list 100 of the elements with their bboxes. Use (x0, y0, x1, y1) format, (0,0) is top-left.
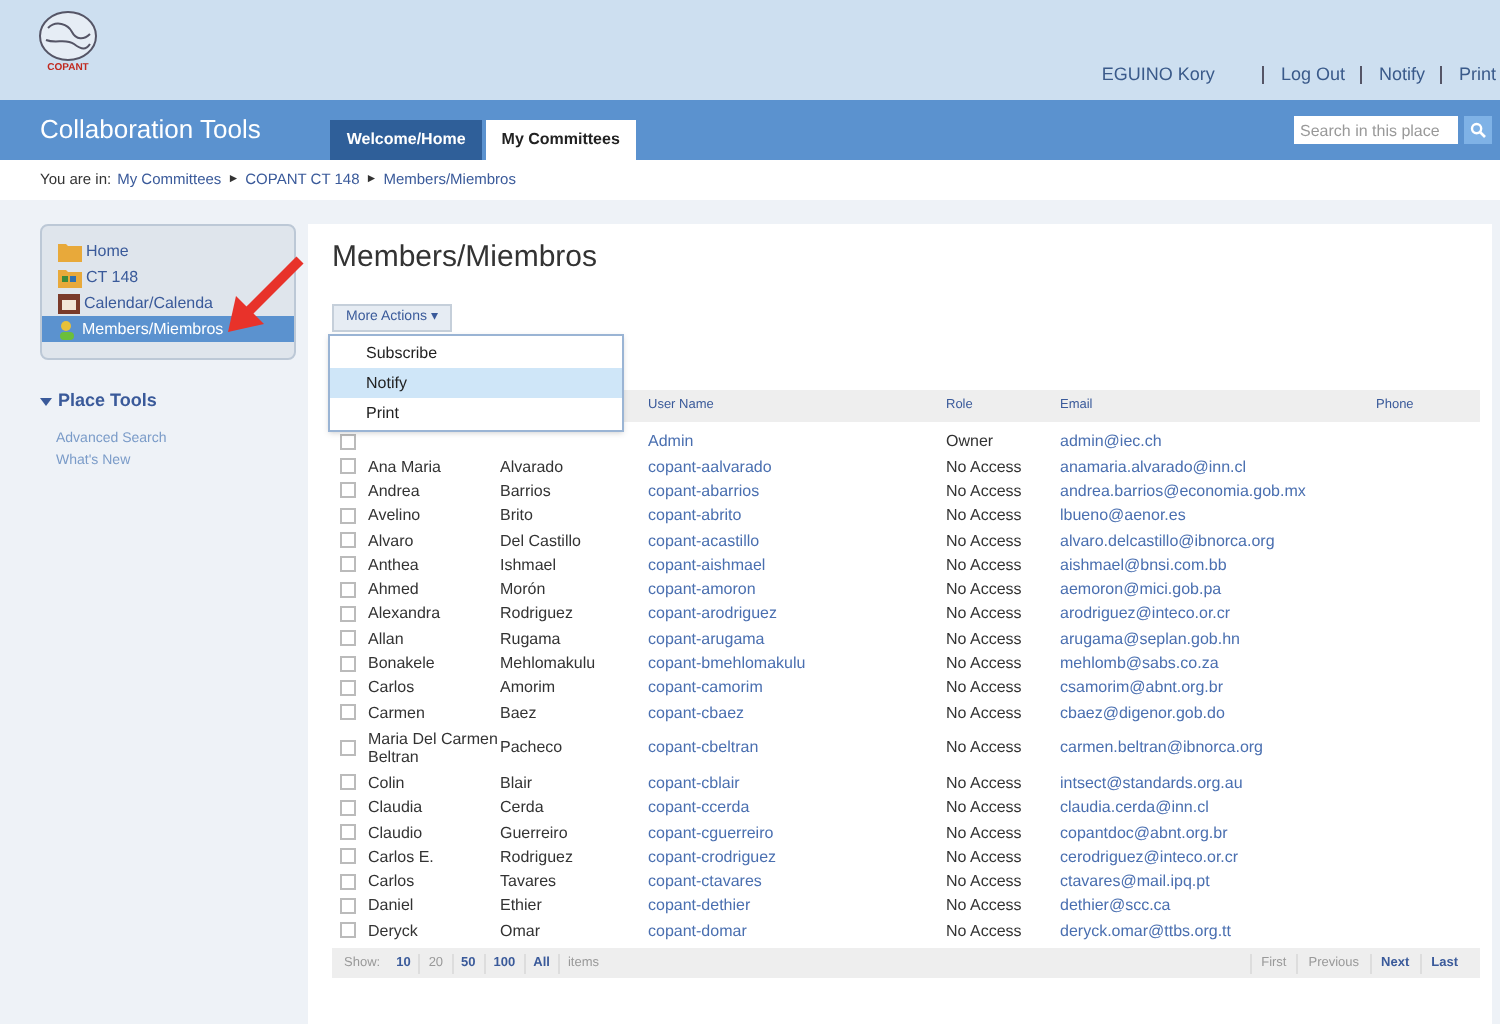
row-checkbox[interactable] (340, 824, 356, 841)
email-link[interactable]: anamaria.alvarado@inn.cl (1060, 457, 1247, 476)
table-cell: No Access (946, 654, 1022, 673)
table-cell: Rodriguez (500, 847, 573, 866)
table-cell: Baez (500, 703, 537, 722)
app-title: Collaboration Tools (40, 112, 261, 149)
user-link[interactable]: copant-abarrios (648, 481, 760, 500)
email-link[interactable]: lbueno@aenor.es (1060, 506, 1186, 525)
row-checkbox[interactable] (340, 507, 356, 524)
search-button[interactable] (1464, 116, 1492, 144)
email-link[interactable]: aemoron@mici.gob.pa (1060, 580, 1222, 599)
email-link[interactable]: ctavares@mail.ipq.pt (1060, 872, 1210, 891)
row-checkbox[interactable] (340, 655, 356, 672)
row-checkbox[interactable] (340, 458, 356, 475)
table-cell: No Access (946, 580, 1022, 599)
email-link[interactable]: aishmael@bnsi.com.bb (1060, 555, 1227, 574)
sidebar-item[interactable]: Home (42, 238, 294, 264)
table-cell: Carlos (368, 872, 415, 891)
user-link[interactable]: copant-ccerda (648, 798, 750, 817)
sidebar-item[interactable]: CT 148 (42, 264, 294, 290)
email-link[interactable]: carmen.beltran@ibnorca.org (1060, 738, 1264, 757)
user-link[interactable]: copant-cguerreiro (648, 823, 774, 842)
menu-item[interactable]: Notify (330, 368, 622, 398)
sidebar-item[interactable]: Members/Miembros (42, 316, 294, 342)
user-link[interactable]: copant-bmehlomakulu (648, 654, 806, 673)
table-cell: Ishmael (500, 555, 557, 574)
row-checkbox[interactable] (340, 739, 356, 756)
row-checkbox[interactable] (340, 482, 356, 499)
user-link[interactable]: copant-cblair (648, 773, 740, 792)
table-cell: Brito (500, 506, 533, 525)
email-link[interactable]: dethier@scc.ca (1060, 896, 1171, 915)
menu-item[interactable]: Subscribe (330, 338, 622, 368)
email-link[interactable]: andrea.barrios@economia.gob.mx (1060, 481, 1306, 500)
folder-icon (58, 241, 82, 261)
sidebar-item[interactable]: Calendar/Calenda (42, 290, 294, 316)
table-cell: Allan (368, 629, 404, 648)
nav-tab[interactable]: My Committees (485, 120, 636, 160)
row-checkbox[interactable] (340, 799, 356, 816)
row-checkbox[interactable] (340, 605, 356, 622)
user-link[interactable]: Admin (648, 432, 694, 451)
row-checkbox[interactable] (340, 679, 356, 696)
row-checkbox[interactable] (340, 532, 356, 549)
row-checkbox[interactable] (340, 873, 356, 890)
header-link[interactable]: Print (1440, 65, 1496, 84)
user-link[interactable]: copant-aishmael (648, 555, 766, 574)
table-cell: No Access (946, 738, 1022, 757)
table-cell: Guerreiro (500, 823, 568, 842)
email-link[interactable]: claudia.cerda@inn.cl (1060, 798, 1209, 817)
email-link[interactable]: cerodriguez@inteco.or.cr (1060, 847, 1239, 866)
email-link[interactable]: deryck.omar@ttbs.org.tt (1060, 921, 1231, 940)
user-link[interactable]: copant-abrito (648, 506, 742, 525)
user-link[interactable]: copant-acastillo (648, 531, 760, 550)
email-link[interactable]: alvaro.delcastillo@ibnorca.org (1060, 531, 1275, 550)
search-field[interactable]: Search in this place (1294, 116, 1458, 144)
user-link[interactable]: copant-arodriguez (648, 604, 777, 623)
table-cell: Carlos (368, 678, 415, 697)
menu-item[interactable]: Print (330, 398, 622, 428)
user-link[interactable]: copant-amoron (648, 580, 756, 599)
row-checkbox[interactable] (340, 630, 356, 647)
user-link[interactable]: copant-aalvarado (648, 457, 772, 476)
user-link[interactable]: copant-cbeltran (648, 738, 759, 757)
email-link[interactable]: arodriguez@inteco.or.cr (1060, 604, 1231, 623)
table-cell: Claudio (368, 823, 423, 842)
header-link[interactable]: Log Out (1262, 65, 1345, 84)
table-cell: No Access (946, 847, 1022, 866)
table-cell: No Access (946, 481, 1022, 500)
user-link[interactable]: copant-domar (648, 921, 747, 940)
email-link[interactable]: copantdoc@abnt.org.br (1060, 823, 1228, 842)
row-checkbox[interactable] (340, 581, 356, 598)
email-link[interactable]: intsect@standards.org.au (1060, 773, 1243, 792)
user-link[interactable]: copant-crodriguez (648, 847, 777, 866)
row-checkbox[interactable] (340, 848, 356, 865)
table-cell: Rugama (500, 629, 561, 648)
email-link[interactable]: mehlomb@sabs.co.za (1060, 654, 1219, 673)
user-link[interactable]: copant-dethier (648, 896, 751, 915)
expand-caret-icon[interactable] (40, 395, 52, 408)
email-link[interactable]: cbaez@digenor.gob.do (1060, 703, 1225, 722)
user-link[interactable]: copant-ctavares (648, 872, 762, 891)
table-cell: Del Castillo (500, 531, 581, 550)
pointer-arrow (224, 256, 308, 336)
row-checkbox[interactable] (340, 897, 356, 914)
row-checkbox[interactable] (340, 774, 356, 791)
table-cell: Ana Maria (368, 457, 441, 476)
table-cell: Alvarado (500, 457, 564, 476)
row-checkbox[interactable] (340, 922, 356, 939)
user-link[interactable]: copant-camorim (648, 678, 763, 697)
email-link[interactable]: admin@iec.ch (1060, 432, 1162, 451)
user-link[interactable]: copant-cbaez (648, 703, 745, 722)
row-checkbox[interactable] (340, 433, 356, 450)
email-link[interactable]: arugama@seplan.gob.hn (1060, 629, 1240, 648)
table-cell: Deryck (368, 921, 418, 940)
email-link[interactable]: csamorim@abnt.org.br (1060, 678, 1223, 697)
header-link[interactable]: Notify (1360, 65, 1425, 84)
row-checkbox[interactable] (340, 556, 356, 573)
row-checkbox[interactable] (340, 704, 356, 721)
people-icon (58, 319, 78, 339)
header-link[interactable]: EGUINO Kory (1101, 61, 1215, 88)
nav-tab[interactable]: Welcome/Home (330, 120, 482, 160)
user-link[interactable]: copant-arugama (648, 629, 765, 648)
table-cell: No Access (946, 457, 1022, 476)
